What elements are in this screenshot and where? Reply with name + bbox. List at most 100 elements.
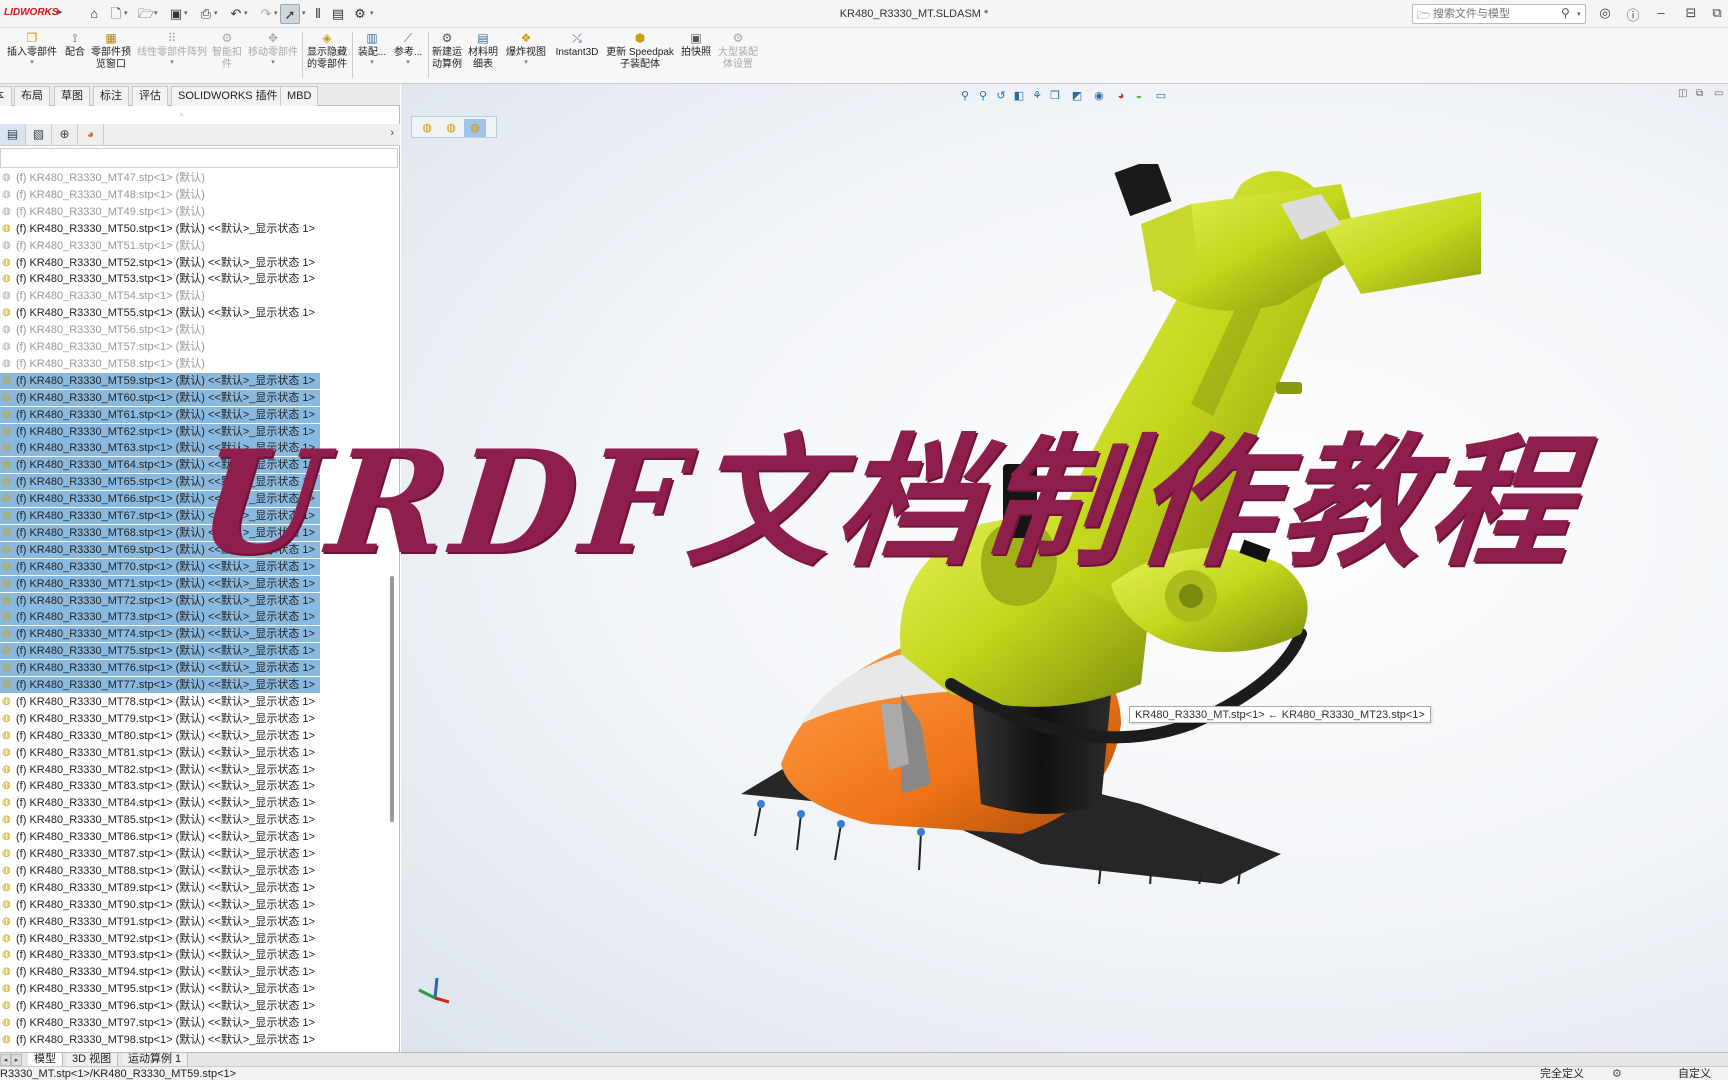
- feature-manager-panel: ◦ ▤ ▧ ⊕ ◕ › ◍ (f) KR480_R3330_MT47.stp<1>…: [0, 106, 400, 1052]
- open-dropdown-icon[interactable]: ▾: [154, 9, 158, 17]
- window-tile-icon[interactable]: ⊟: [1682, 5, 1700, 21]
- component-preview-button[interactable]: ▦ 零部件预 览窗口: [88, 28, 134, 80]
- undo-dropdown-icon[interactable]: ▾: [244, 9, 248, 17]
- viewport-restore-icon[interactable]: ⧉: [1696, 88, 1703, 99]
- tree-scrollbar[interactable]: [390, 576, 394, 822]
- tab-3d-views[interactable]: 3D 视图: [66, 1053, 119, 1067]
- reference-geometry-button[interactable]: ⟋ 参考... ▾: [390, 28, 426, 80]
- open-folder-icon[interactable]: 🗁: [136, 4, 156, 24]
- hide-show-items-icon[interactable]: ◉: [1091, 88, 1107, 104]
- bottom-tab-bar: ◂ ▸ 模型 3D 视图 运动算例 1: [0, 1052, 1728, 1067]
- tree-item-label: (f) KR480_R3330_MT98.stp<1> (默认) <<默认>_显…: [16, 1033, 315, 1046]
- traffic-light-icon[interactable]: ⦀: [308, 4, 328, 24]
- tab-motion-study[interactable]: 运动算例 1: [122, 1053, 189, 1067]
- tab-nav-next-icon[interactable]: ▸: [11, 1054, 22, 1066]
- search-box[interactable]: 🗁 ⚲ ▾: [1412, 4, 1586, 24]
- account-icon[interactable]: ◎: [1596, 5, 1614, 21]
- move-component-button[interactable]: ✥ 移动零部件 ▾: [246, 28, 300, 80]
- take-snapshot-button[interactable]: ▣ 拍快照: [678, 28, 714, 80]
- home-icon[interactable]: ⌂: [84, 4, 104, 24]
- display-style-icon[interactable]: ◩: [1069, 88, 1085, 104]
- save-icon[interactable]: ▣: [166, 4, 186, 24]
- instant3d-button[interactable]: ⤯ Instant3D: [552, 28, 602, 80]
- graphics-area[interactable]: ⚲ ⚲ ↺ ◧ ⚘ ❒ ◩ ◉ ◕ ◒ ▭ ◫ ⧉ ▭ ◍ ◍ ◍ KR480_…: [401, 84, 1728, 1052]
- tab-evaluate[interactable]: 评估: [132, 86, 168, 106]
- search-scope-icon[interactable]: 🗁: [1417, 7, 1431, 26]
- tree-item-label: (f) KR480_R3330_MT63.stp<1> (默认) <<默认>_显…: [16, 442, 315, 455]
- viewport-maximize-icon[interactable]: ▭: [1714, 88, 1723, 99]
- tab-mbd[interactable]: MBD: [280, 86, 319, 106]
- search-icon[interactable]: ⚲: [1561, 6, 1570, 20]
- search-input[interactable]: [1433, 7, 1553, 21]
- viewport-split-icon[interactable]: ◫: [1678, 88, 1687, 99]
- robot-model[interactable]: [721, 164, 1481, 884]
- new-document-icon[interactable]: 🗋: [106, 4, 126, 24]
- component-config-icon[interactable]: ◍: [440, 119, 462, 137]
- component-part-icon: ◍: [2, 915, 11, 927]
- insert-component-button[interactable]: ❒ 插入零部件 ▾: [4, 28, 60, 80]
- configuration-manager-tab-icon[interactable]: ⊕: [52, 124, 78, 145]
- tab-sketch[interactable]: 草图: [54, 86, 90, 106]
- tree-filter-field[interactable]: [0, 148, 398, 168]
- component-config-icon[interactable]: ◍: [464, 119, 486, 137]
- select-dropdown-icon[interactable]: ▾: [302, 9, 306, 17]
- display-manager-tab-icon[interactable]: ◕: [78, 124, 104, 145]
- save-dropdown-icon[interactable]: ▾: [184, 9, 188, 17]
- section-view-icon[interactable]: ◧: [1011, 88, 1027, 104]
- mate-button[interactable]: ⟟ 配合: [62, 28, 88, 80]
- new-motion-study-button[interactable]: ⚙ 新建运 动算例: [430, 28, 464, 80]
- tab-layout[interactable]: 布局: [14, 86, 50, 106]
- tab-assembly[interactable]: 本: [0, 86, 12, 106]
- edit-appearance-icon[interactable]: ◕: [1113, 88, 1129, 104]
- component-part-icon: ◍: [2, 1017, 11, 1028]
- redo-icon[interactable]: ↷: [256, 4, 276, 24]
- zoom-to-area-icon[interactable]: ⚲: [975, 88, 991, 104]
- rebuild-icon[interactable]: ⚙: [1612, 1067, 1622, 1081]
- options-dropdown-icon[interactable]: ▾: [370, 9, 374, 17]
- view-settings-icon[interactable]: ▭: [1153, 88, 1169, 104]
- print-icon[interactable]: ⎙: [196, 4, 216, 24]
- component-part-icon: ◍: [2, 729, 11, 741]
- tab-addins[interactable]: SOLIDWORKS 插件: [171, 86, 285, 106]
- minimize-icon[interactable]: –: [1652, 5, 1670, 20]
- tab-model[interactable]: 模型: [28, 1053, 63, 1067]
- view-orientation-icon[interactable]: ❒: [1047, 88, 1063, 104]
- previous-view-icon[interactable]: ↺: [993, 88, 1009, 104]
- file-properties-icon[interactable]: ▤: [328, 4, 348, 24]
- exploded-view-button[interactable]: ❖ 爆炸视图 ▾: [504, 28, 548, 80]
- tree-item-label: (f) KR480_R3330_MT87.stp<1> (默认) <<默认>_显…: [16, 848, 315, 860]
- search-dropdown-icon[interactable]: ▾: [1577, 10, 1581, 18]
- tree-item-label: (f) KR480_R3330_MT65.stp<1> (默认) <<默认>_显…: [16, 476, 315, 489]
- tab-markup[interactable]: 标注: [93, 86, 129, 106]
- status-selection-path: R3330_MT.stp<1>/KR480_R3330_MT59.stp<1>: [0, 1068, 237, 1080]
- component-part-icon: ◍: [2, 357, 11, 369]
- app-menu-arrow-icon[interactable]: ▸: [57, 5, 63, 18]
- options-gear-icon[interactable]: ⚙: [350, 4, 370, 24]
- linear-pattern-button[interactable]: ⠿ 线性零部件阵列 ▾: [136, 28, 208, 80]
- tab-nav-first-icon[interactable]: ◂: [0, 1054, 11, 1066]
- status-custom-units[interactable]: 自定义: [1678, 1067, 1711, 1081]
- restore-icon[interactable]: ⧉: [1708, 5, 1726, 21]
- large-assembly-settings-button[interactable]: ⚙ 大型装配 体设置: [716, 28, 760, 80]
- assembly-features-button[interactable]: ▥ 装配... ▾: [354, 28, 390, 80]
- bom-button[interactable]: ▤ 材料明 细表: [466, 28, 500, 80]
- smart-fastener-button[interactable]: ⚙ 智能扣 件: [210, 28, 244, 80]
- zoom-to-fit-icon[interactable]: ⚲: [957, 88, 973, 104]
- chevron-right-icon[interactable]: ›: [390, 127, 394, 139]
- redo-dropdown-icon[interactable]: ▾: [274, 9, 278, 17]
- undo-icon[interactable]: ↶: [226, 4, 246, 24]
- property-manager-tab-icon[interactable]: ▧: [26, 124, 52, 145]
- print-dropdown-icon[interactable]: ▾: [214, 9, 218, 17]
- new-dropdown-icon[interactable]: ▾: [124, 9, 128, 17]
- dynamic-annotation-icon[interactable]: ⚘: [1029, 88, 1045, 104]
- assembly-features-icon: ▥: [366, 31, 378, 45]
- help-icon[interactable]: ⓘ: [1624, 5, 1642, 24]
- component-config-icon[interactable]: ◍: [416, 119, 438, 137]
- panel-collapse-handle[interactable]: ◦: [180, 110, 183, 119]
- feature-tree-tab-icon[interactable]: ▤: [0, 124, 26, 145]
- tree-item-label: (f) KR480_R3330_MT82.stp<1> (默认) <<默认>_显…: [16, 763, 315, 776]
- show-hidden-components-button[interactable]: ◈ 显示隐藏 的零部件: [304, 28, 350, 80]
- update-speedpak-button[interactable]: ⬢ 更新 Speedpak 子装配体: [604, 28, 676, 80]
- apply-scene-icon[interactable]: ◒: [1131, 88, 1147, 104]
- select-cursor-icon[interactable]: ➚: [280, 4, 300, 24]
